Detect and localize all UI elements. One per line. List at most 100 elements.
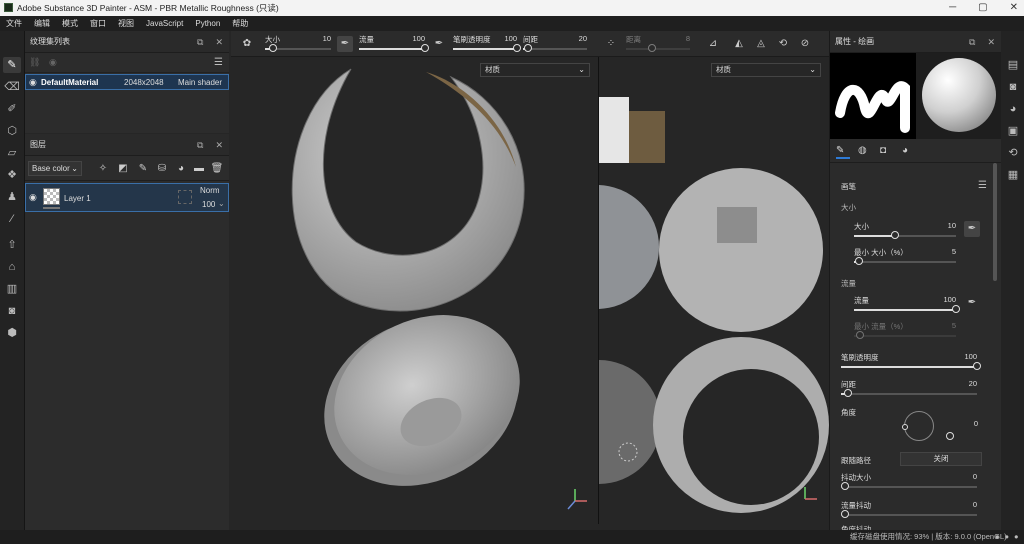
properties-scrollbar[interactable]: [993, 163, 997, 281]
flow-jitter-slider[interactable]: 流量抖动 0: [841, 500, 977, 520]
screenshot-icon[interactable]: ◙: [3, 303, 21, 319]
float-icon[interactable]: ⧉: [197, 31, 203, 53]
prop-size-knob[interactable]: [890, 231, 899, 239]
eraser-icon[interactable]: ⌫: [3, 79, 21, 95]
angle-dial-knob[interactable]: [902, 424, 908, 430]
menu-file[interactable]: 文件: [0, 16, 28, 31]
channel-dropdown[interactable]: Base color ⌄: [28, 161, 82, 176]
paint-brush-icon[interactable]: ✎: [3, 57, 21, 73]
min-size-slider[interactable]: 最小 大小（%） 5: [854, 247, 956, 267]
texture-set-settings-icon[interactable]: ▤: [1004, 57, 1022, 73]
mask-icon[interactable]: ◩: [115, 161, 131, 177]
opacity-knob[interactable]: [513, 44, 521, 52]
eye-icon[interactable]: ◉: [29, 77, 37, 88]
prop-opacity-knob[interactable]: [973, 362, 981, 370]
flow-slider[interactable]: 流量 100: [359, 34, 429, 54]
menu-javascript[interactable]: JavaScript: [140, 16, 189, 31]
layer-row[interactable]: ◉ Layer 1 Norm 100 ⌄: [25, 183, 229, 212]
flow-jitter-knob[interactable]: [841, 510, 850, 518]
alpha-tab-icon[interactable]: ◍: [858, 145, 867, 156]
flow-pressure-icon[interactable]: ✒: [964, 295, 980, 311]
menu-edit[interactable]: 编辑: [28, 16, 56, 31]
menu-window[interactable]: 窗口: [84, 16, 112, 31]
bake-icon[interactable]: ⇧: [3, 237, 21, 253]
menu-python[interactable]: Python: [189, 16, 226, 31]
log-icon[interactable]: ▦: [1004, 167, 1022, 183]
panel-close-icon[interactable]: ✕: [215, 134, 223, 156]
cube-icon[interactable]: ⬢: [3, 325, 21, 341]
assets-icon[interactable]: ▣: [1004, 123, 1022, 139]
layer-mask-slot[interactable]: [178, 190, 192, 204]
float-icon[interactable]: ⧉: [969, 31, 975, 53]
clone-stamp-icon[interactable]: ♟: [3, 189, 21, 205]
angle-dial[interactable]: [902, 411, 934, 441]
mirror-icon[interactable]: ◭: [731, 36, 747, 52]
history-icon[interactable]: ⟲: [1004, 145, 1022, 161]
smudge-icon[interactable]: ❖: [3, 167, 21, 183]
texture-set-row[interactable]: ◉ DefaultMaterial 2048x2048 Main shader: [25, 74, 229, 90]
jitter-size-knob[interactable]: [841, 482, 850, 490]
menu-view[interactable]: 视图: [112, 16, 140, 31]
stencil-tab-icon[interactable]: ◘: [880, 145, 886, 156]
add-effect-icon[interactable]: ◕: [173, 161, 189, 177]
polygon-fill-icon[interactable]: ▱: [3, 145, 21, 161]
prop-flow-knob[interactable]: [952, 305, 960, 313]
symmetry-icon[interactable]: ⊿: [705, 36, 721, 52]
menu-icon[interactable]: ☰: [214, 57, 223, 68]
transform-icon[interactable]: ⟲: [775, 36, 791, 52]
maximize-button[interactable]: ▢: [978, 0, 987, 16]
trash-tool-icon[interactable]: ▥: [3, 281, 21, 297]
angle-jitter-knob[interactable]: [946, 432, 954, 440]
flow-knob[interactable]: [421, 44, 429, 52]
color-picker-icon[interactable]: ⁄: [3, 211, 21, 227]
panel-close-icon[interactable]: ✕: [215, 31, 223, 53]
lazy-mouse-icon[interactable]: ⁘: [603, 36, 619, 52]
camera-icon[interactable]: ⌂: [3, 259, 21, 275]
spacing-slider[interactable]: 间距 20: [523, 34, 587, 54]
projection-icon[interactable]: ✐: [3, 101, 21, 117]
add-paint-layer-icon[interactable]: ✎: [135, 161, 151, 177]
layer-name[interactable]: Layer 1: [64, 194, 91, 203]
size-slider[interactable]: 大小 10: [265, 34, 331, 54]
link-icon[interactable]: ⛓: [29, 57, 40, 68]
minimize-button[interactable]: ─: [949, 0, 956, 16]
eye-icon[interactable]: ◉: [29, 192, 37, 203]
float-icon[interactable]: ⧉: [197, 134, 203, 156]
prop-spacing-knob[interactable]: [843, 389, 852, 397]
viewport-2d[interactable]: 材质 ⌄: [598, 57, 829, 524]
shader-settings-icon[interactable]: ◕: [1004, 101, 1022, 117]
magic-wand-icon[interactable]: ✧: [95, 161, 111, 177]
hide-icon[interactable]: ⊘: [797, 36, 813, 52]
follow-path-toggle[interactable]: 关闭: [900, 452, 982, 466]
min-size-knob[interactable]: [855, 257, 864, 265]
panel-close-icon[interactable]: ✕: [987, 31, 995, 53]
delete-icon[interactable]: 🗑: [209, 161, 225, 177]
add-fill-layer-icon[interactable]: ⛁: [154, 161, 170, 177]
brush-menu-icon[interactable]: ☰: [978, 180, 987, 191]
size-knob[interactable]: [268, 44, 277, 52]
jitter-size-slider[interactable]: 抖动大小 0: [841, 472, 977, 492]
display-settings-icon[interactable]: ◙: [1004, 79, 1022, 95]
geometry-mask-icon[interactable]: ⬡: [3, 123, 21, 139]
tiling-icon[interactable]: ◬: [753, 36, 769, 52]
visibility-icon[interactable]: ◉: [49, 57, 57, 68]
menu-help[interactable]: 帮助: [226, 16, 254, 31]
pen-pressure-flow-icon[interactable]: ✒: [431, 36, 447, 52]
brush-tab-icon[interactable]: ✎: [836, 145, 850, 159]
spacing-knob[interactable]: [524, 44, 533, 52]
opacity-slider[interactable]: 笔刷透明度 100: [453, 34, 521, 54]
blend-mode[interactable]: Norm: [200, 186, 220, 195]
material-tab-icon[interactable]: ◕: [902, 145, 908, 156]
pen-pressure-icon[interactable]: ✒: [337, 36, 353, 52]
brush-preset-icon[interactable]: ✿: [239, 36, 255, 52]
prop-spacing-slider[interactable]: 间距 20: [841, 379, 977, 399]
size-pressure-icon[interactable]: ✒: [964, 221, 980, 237]
menu-mode[interactable]: 模式: [56, 16, 84, 31]
close-button[interactable]: ✕: [1010, 0, 1018, 16]
prop-flow-slider[interactable]: 流量 100: [854, 295, 960, 315]
prop-opacity-slider[interactable]: 笔刷透明度 100: [841, 352, 981, 372]
folder-icon[interactable]: ▬: [191, 161, 207, 177]
prop-size-slider[interactable]: 大小 10: [854, 221, 956, 241]
viewport-3d[interactable]: 材质 ⌄: [231, 57, 597, 524]
layer-opacity[interactable]: 100: [202, 200, 215, 209]
